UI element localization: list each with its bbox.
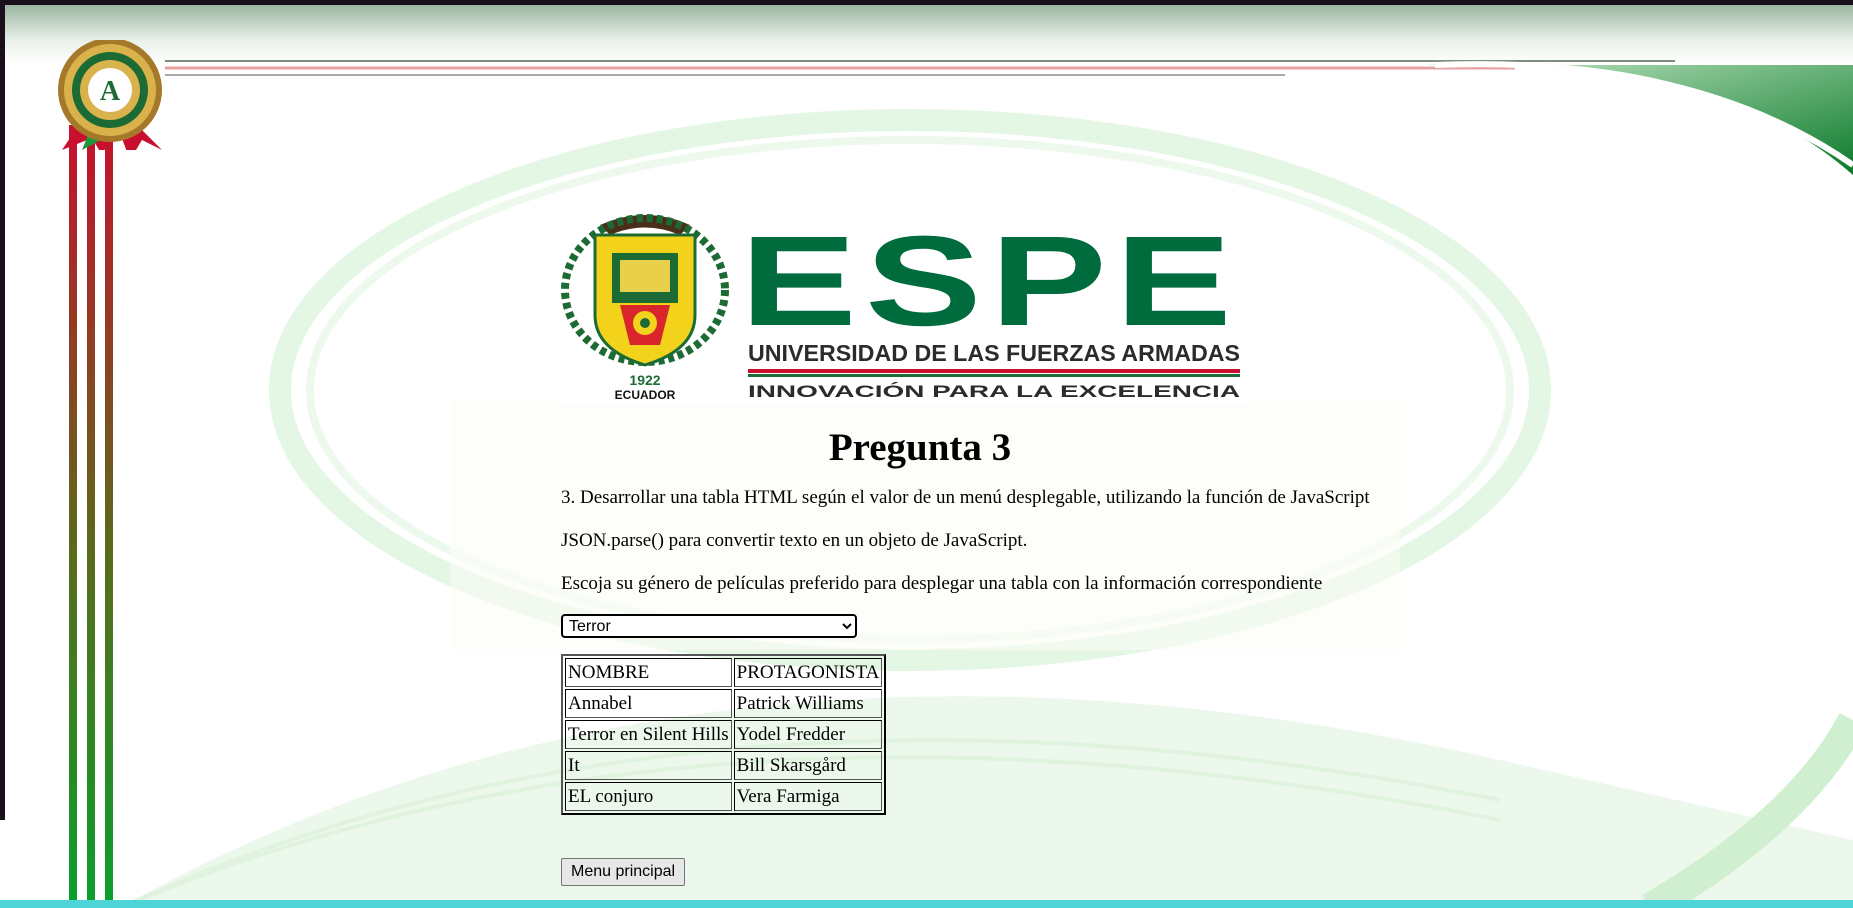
window-left-border (0, 0, 5, 820)
table-row: EL conjuro Vera Farmiga (565, 782, 883, 811)
movie-protagonist: Yodel Fredder (733, 720, 883, 749)
window-top-border (0, 0, 1853, 5)
espe-logo: 1922 ECUADOR ESPE UNIVERSIDAD DE LAS FUE… (560, 205, 1250, 405)
page-title: Pregunta 3 (828, 426, 1012, 469)
table-row: Terror en Silent Hills Yodel Fredder (565, 720, 883, 749)
window-bottom-bar (0, 900, 1853, 908)
instruction-text: Escoja su género de películas preferido … (561, 573, 1323, 594)
svg-text:INNOVACIÓN PARA LA EXCELENCIA: INNOVACIÓN PARA LA EXCELENCIA (748, 382, 1240, 401)
header-decoration (5, 5, 1853, 175)
movie-protagonist: Bill Skarsgård (733, 751, 883, 780)
movie-name: EL conjuro (565, 782, 732, 811)
header-nombre: NOMBRE (565, 658, 732, 687)
table-header-row: NOMBRE PROTAGONISTA (565, 658, 883, 687)
header-protagonista: PROTAGONISTA (733, 658, 883, 687)
table-row: It Bill Skarsgård (565, 751, 883, 780)
svg-text:ECUADOR: ECUADOR (615, 388, 676, 402)
movie-name: Annabel (565, 689, 732, 718)
question-line-2: JSON.parse() para convertir texto en un … (561, 530, 1028, 551)
svg-text:1922: 1922 (629, 372, 660, 388)
table-row: Annabel Patrick Williams (565, 689, 883, 718)
movie-protagonist: Patrick Williams (733, 689, 883, 718)
movie-protagonist: Vera Farmiga (733, 782, 883, 811)
svg-text:UNIVERSIDAD DE LAS FUERZAS ARM: UNIVERSIDAD DE LAS FUERZAS ARMADAS (748, 340, 1240, 366)
main-content: Pregunta 3 3. Desarrollar una tabla HTML… (561, 420, 1461, 886)
svg-text:A: A (100, 76, 121, 107)
movie-name: Terror en Silent Hills (565, 720, 732, 749)
svg-text:ESPE: ESPE (740, 210, 1240, 353)
coat-of-arms-icon (561, 214, 729, 367)
question-line-1: 3. Desarrollar una tabla HTML según el v… (561, 487, 1370, 508)
movies-table: NOMBRE PROTAGONISTA Annabel Patrick Will… (561, 654, 887, 815)
main-menu-button[interactable]: Menu principal (561, 858, 686, 886)
decorative-stripes (69, 125, 113, 900)
accreditation-medal-icon: A (58, 40, 162, 150)
movie-name: It (565, 751, 732, 780)
genre-select[interactable]: Terror (561, 614, 857, 638)
